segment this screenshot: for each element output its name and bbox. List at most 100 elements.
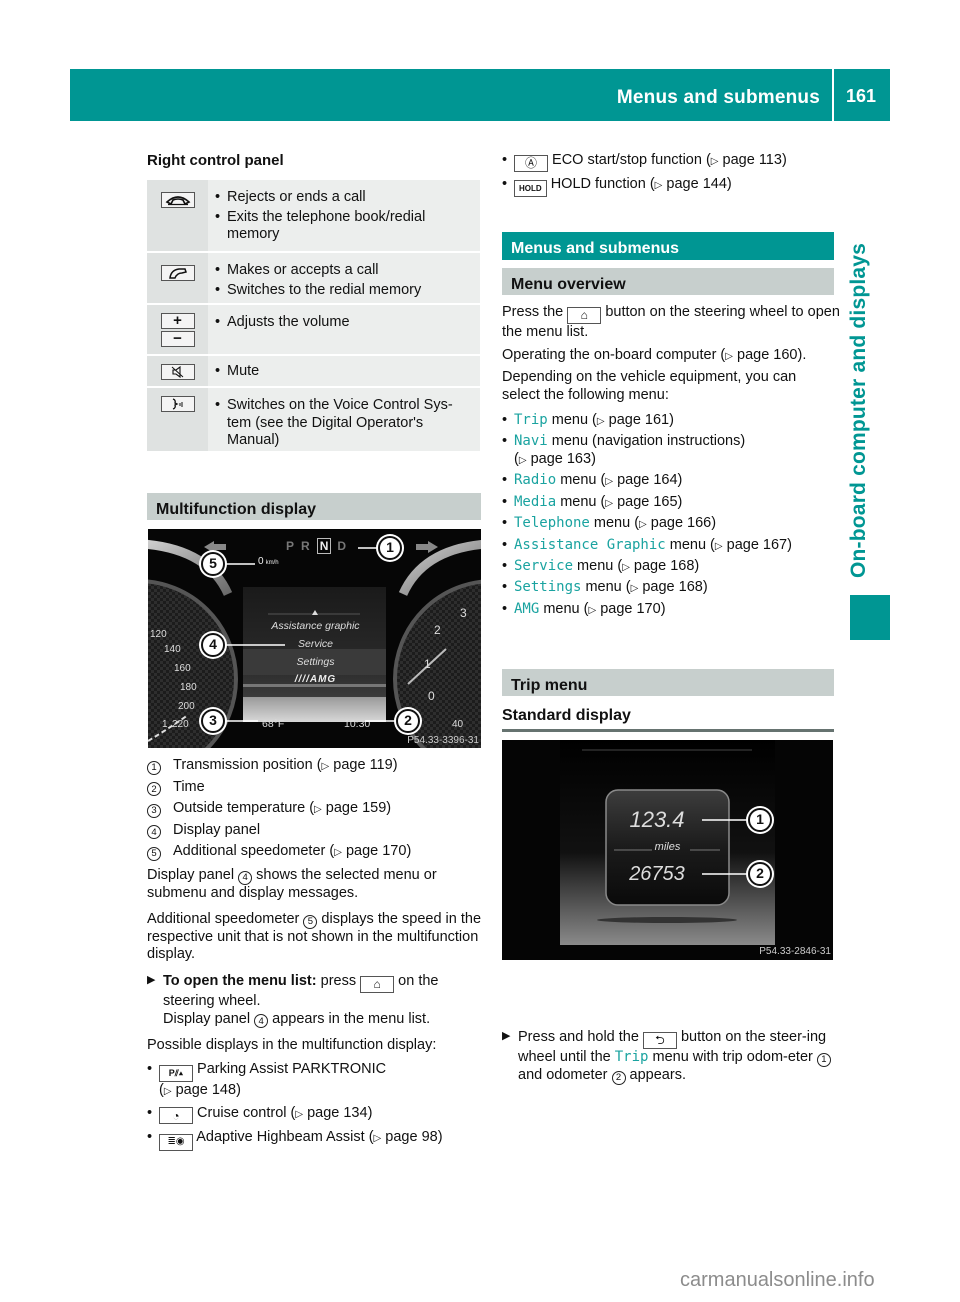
page-ref-arrow-icon: ▷: [605, 476, 614, 488]
menu-name-link[interactable]: Media: [514, 494, 556, 510]
menu-desc: menu (: [560, 493, 606, 510]
menu-name-link[interactable]: Telephone: [514, 515, 590, 531]
instruction-trip-menu: Press and hold the ⮌ button on the steer…: [502, 1029, 837, 1085]
page-ref-arrow-icon: ▷: [605, 497, 614, 509]
page-ref-link[interactable]: page 119: [333, 757, 392, 775]
table-row: Switches on the Voice Control Sys-tem (s…: [147, 388, 480, 453]
page-ref-link[interactable]: page 163: [531, 451, 591, 467]
menu-name-link[interactable]: Navi: [514, 433, 548, 449]
list-item: Ⓐ ECO start/stop function (▷ page 113): [502, 152, 837, 172]
callout-lines: [223, 547, 398, 722]
bullet-text: Exits the telephone book/redial memory: [215, 209, 472, 244]
callout-1: 1: [748, 808, 772, 832]
list-item: ≣◉ Adaptive Highbeam Assist (▷ page 98): [147, 1129, 485, 1152]
text: ECO start/stop function (: [552, 152, 711, 168]
page-ref-link[interactable]: page 159: [326, 800, 386, 818]
list-item: P⫽▴ Parking Assist PARKTRONIC(▷ page 148…: [147, 1061, 485, 1100]
text: Cruise control (: [197, 1104, 296, 1121]
paragraph-display-panel: Display panel 4 shows the selected menu …: [147, 867, 485, 902]
page-ref-arrow-icon: ▷: [630, 583, 639, 595]
text: HOLD function (: [550, 175, 655, 192]
page-ref-link[interactable]: page 170: [600, 601, 660, 617]
home-button-icon: ⌂: [567, 306, 602, 324]
menu-list: Trip menu (▷ page 161) Navi menu (navigat…: [502, 412, 837, 622]
text: Parking Assist PARKTRONIC: [197, 1061, 387, 1077]
callout-number: 1: [147, 760, 161, 775]
paragraph-additional-speedometer: Additional speedometer 5 displays the sp…: [147, 911, 485, 964]
operating-reference: Operating the on-board computer (▷ page …: [502, 347, 840, 365]
callout-number: 1: [816, 1052, 831, 1067]
possible-displays-list: P⫽▴ Parking Assist PARKTRONIC(▷ page 148…: [147, 1061, 485, 1153]
page-ref-link[interactable]: page 144: [666, 176, 726, 192]
menu-name-link[interactable]: Assistance Graphic: [514, 537, 666, 553]
phone-hangup-icon: [160, 192, 195, 208]
page-ref-link[interactable]: page 161: [609, 412, 669, 428]
cruise-control-icon: ◔: [159, 1107, 193, 1125]
menu-list-item: Telephone menu (▷ page 166): [502, 515, 837, 533]
volume-icon: + −: [160, 312, 195, 347]
menu-desc: menu (navigation instructions): [551, 433, 746, 450]
text: ).: [797, 347, 807, 363]
home-button-icon: ⌂: [360, 975, 395, 993]
highbeam-assist-icon: ≣◉: [159, 1134, 193, 1152]
menu-list-item: Service menu (▷ page 168): [502, 558, 837, 576]
page-ref-arrow-icon: ▷: [518, 455, 527, 467]
menu-name-link[interactable]: AMG: [514, 601, 539, 617]
menu-name-link[interactable]: Trip: [514, 412, 548, 428]
instrument-cluster-figure: PR N D 0 km/h Assistance graphic Service Se…: [148, 529, 481, 748]
legend-close: ): [386, 800, 392, 816]
menu-list-item: Radio menu (▷ page 164): [502, 472, 837, 490]
legend-text: Time: [173, 778, 205, 795]
bullet-text: Switches to the redial memory: [215, 282, 472, 300]
menu-list-item: Trip menu (▷ page 161): [502, 412, 837, 430]
page-ref-link[interactable]: page 113: [723, 152, 782, 168]
list-item: ◔ Cruise control (▷ page 134): [147, 1105, 485, 1125]
text: and odometer: [518, 1066, 608, 1083]
text: appears.: [629, 1066, 686, 1083]
menu-desc: menu (: [669, 536, 715, 553]
callout-2: 2: [748, 862, 772, 886]
control-panel-table: Rejects or ends a call Exits the telepho…: [147, 180, 480, 453]
mute-icon: [160, 364, 195, 380]
callout-1: 1: [378, 536, 402, 560]
menu-name-link[interactable]: Settings: [514, 579, 581, 595]
figure-code: P54.33-2846-31: [759, 945, 831, 957]
menu-name-link[interactable]: Service: [514, 558, 573, 574]
legend-item: 1 Transmission position (▷ page 119): [147, 757, 487, 779]
menu-name-trip: Trip: [614, 1049, 649, 1066]
menu-list-item: Navi menu (navigation instructions)(▷ pa…: [502, 433, 837, 468]
volume-up-icon: +: [160, 312, 195, 329]
legend-item: 4 Display panel: [147, 822, 487, 844]
callout-number: 4: [147, 825, 161, 840]
page-ref-link[interactable]: page 160: [737, 347, 797, 363]
page-ref-arrow-icon: ▷: [314, 804, 322, 815]
page-ref-arrow-icon: ▷: [334, 847, 342, 858]
back-button-icon: ⮌: [642, 1032, 677, 1050]
callout-number: 5: [303, 914, 318, 929]
trip-odometer-value: 123.4: [629, 807, 685, 832]
page-ref-arrow-icon: ▷: [710, 156, 719, 167]
page-ref-link[interactable]: page 170: [346, 843, 406, 861]
page-ref-arrow-icon: ▷: [596, 416, 605, 427]
menu-list-item: Settings menu (▷ page 168): [502, 579, 837, 597]
table-row: Rejects or ends a call Exits the telepho…: [147, 180, 480, 253]
page-ref-link[interactable]: page 148: [176, 1082, 236, 1098]
side-tab-label: On-board computer and displays: [847, 242, 870, 578]
page-ref-link[interactable]: page 165: [617, 494, 677, 510]
callout-2: 2: [396, 709, 420, 733]
page-ref-link[interactable]: page 166: [651, 515, 711, 531]
bullet-text: Rejects or ends a call: [215, 189, 472, 207]
page-ref-link[interactable]: page 134: [307, 1105, 367, 1121]
menu-name-link[interactable]: Radio: [514, 472, 556, 488]
text: press: [320, 973, 357, 989]
page-header: Menus and submenus 161: [70, 69, 890, 121]
side-tab-marker: [850, 595, 890, 640]
page-ref-link[interactable]: page 168: [634, 558, 694, 574]
page-ref-link[interactable]: page 167: [727, 537, 787, 553]
page-ref-link[interactable]: page 168: [642, 579, 702, 595]
bullet-text: Switches on the Voice Control Sys-tem (s…: [215, 397, 472, 450]
callout-number: 2: [147, 782, 161, 797]
page-ref-link[interactable]: page 98: [385, 1129, 437, 1145]
text: Additional speedometer: [147, 911, 300, 927]
page-ref-link[interactable]: page 164: [617, 472, 677, 488]
